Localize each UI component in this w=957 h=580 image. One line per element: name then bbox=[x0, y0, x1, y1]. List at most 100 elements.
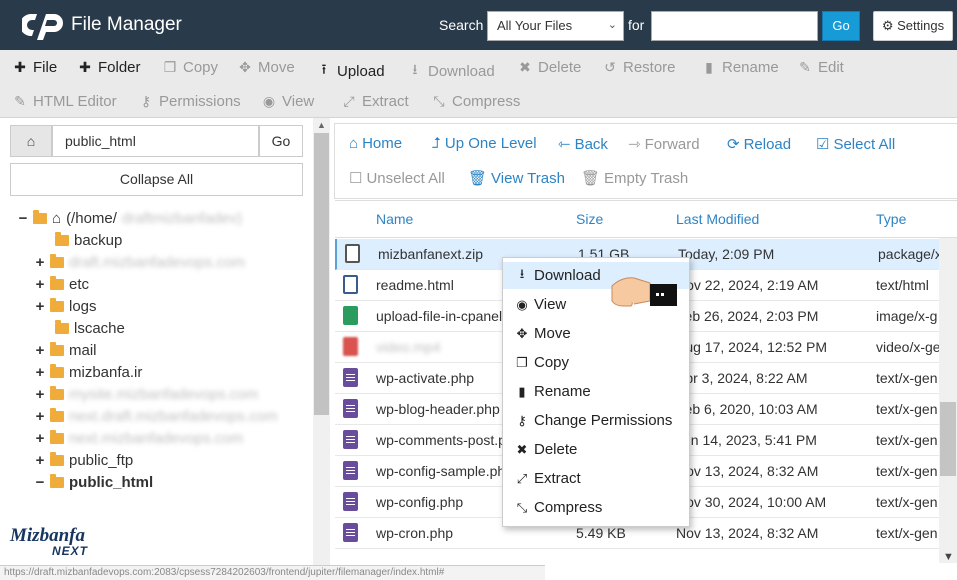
permissions-label: Permissions bbox=[159, 93, 241, 110]
select-all-button[interactable]: ☑ Select All bbox=[816, 135, 895, 154]
context-menu-item[interactable]: ❐ Copy bbox=[503, 349, 689, 376]
column-header-size[interactable]: Size bbox=[576, 211, 603, 227]
file-type: package/x bbox=[878, 246, 941, 262]
tree-item-public-ftp[interactable]: + public_ftp bbox=[35, 449, 133, 471]
context-menu-item[interactable]: ▮ Rename bbox=[503, 378, 689, 405]
expand-toggle-icon[interactable]: + bbox=[35, 386, 45, 403]
unselect-all-button[interactable]: ☐ Unselect All bbox=[349, 169, 445, 188]
tree-item-backup[interactable]: backup bbox=[40, 229, 122, 251]
tree-item-next[interactable]: + next.mizbanfadevops.com bbox=[35, 427, 243, 449]
path-input[interactable]: public_html bbox=[52, 125, 259, 157]
search-scope-select[interactable]: All Your Files ⌄ bbox=[487, 11, 624, 41]
file-list-scrollbar[interactable]: ▼ bbox=[939, 238, 957, 563]
back-button[interactable]: ⇽ Back bbox=[558, 135, 608, 154]
trash-icon: 🗑 bbox=[468, 170, 488, 187]
expand-toggle-icon[interactable]: + bbox=[35, 342, 45, 359]
rename-button[interactable]: ▮ Rename bbox=[701, 59, 779, 76]
tree-item-etc[interactable]: + etc bbox=[35, 273, 89, 295]
scroll-down-icon[interactable]: ▼ bbox=[943, 551, 954, 563]
download-button[interactable]: ⭳ Download bbox=[407, 59, 495, 83]
folder-icon bbox=[50, 297, 64, 312]
move-button[interactable]: ✥ Move bbox=[237, 59, 295, 76]
collapse-all-button[interactable]: Collapse All bbox=[10, 163, 303, 196]
tree-item-lscache[interactable]: lscache bbox=[40, 317, 125, 339]
doc-file-icon bbox=[343, 461, 358, 480]
tree-item-mysite[interactable]: + mysite.mizbanfadevops.com bbox=[35, 383, 258, 405]
reload-icon: ⟳ bbox=[727, 136, 740, 153]
search-go-button[interactable]: Go bbox=[822, 11, 860, 41]
permissions-button[interactable]: ⚷ Permissions bbox=[138, 93, 241, 110]
context-menu-item[interactable]: ⤡ Compress bbox=[503, 494, 689, 521]
chevron-down-icon: ⌄ bbox=[607, 19, 617, 31]
tree-item-home[interactable]: − ⌂ (/home/draftmizbanfadev) bbox=[18, 207, 242, 229]
delete-button[interactable]: ✖ Delete bbox=[517, 59, 581, 76]
tree-scrollbar[interactable]: ▲ bbox=[313, 118, 330, 580]
expand-toggle-icon[interactable]: + bbox=[35, 408, 45, 425]
view-button[interactable]: ◉ View bbox=[261, 93, 314, 110]
tree-item-next-draft[interactable]: + next.draft.mizbanfadevops.com bbox=[35, 405, 277, 427]
up-one-level-button[interactable]: ⮥ Up One Level bbox=[432, 135, 537, 152]
scrollbar-thumb[interactable] bbox=[314, 133, 329, 415]
context-menu-item[interactable]: ⚷ Change Permissions bbox=[503, 407, 689, 434]
expand-toggle-icon[interactable]: + bbox=[35, 430, 45, 447]
expand-toggle-icon[interactable]: + bbox=[35, 276, 45, 293]
vid-file-icon bbox=[343, 337, 358, 356]
folder-icon bbox=[50, 385, 64, 400]
tree-item-mizbanfa[interactable]: + mizbanfa.ir bbox=[35, 361, 142, 383]
reload-label: Reload bbox=[743, 135, 792, 153]
tree-item-public-html[interactable]: − public_html bbox=[35, 471, 153, 493]
scrollbar-thumb[interactable] bbox=[940, 402, 956, 476]
compress-icon: ⤡ bbox=[433, 93, 445, 109]
context-menu-label: Compress bbox=[534, 499, 603, 516]
empty-trash-button[interactable]: 🗑 Empty Trash bbox=[581, 169, 688, 188]
extract-button[interactable]: ⤢ Extract bbox=[341, 93, 408, 110]
restore-label: Restore bbox=[623, 59, 676, 76]
tree-item-mail[interactable]: + mail bbox=[35, 339, 97, 361]
folder-icon bbox=[50, 363, 64, 378]
collapse-toggle-icon[interactable]: − bbox=[35, 474, 45, 491]
directory-tree-panel: ⌂ public_html Go Collapse All − ⌂ (/home… bbox=[0, 118, 330, 580]
context-menu-item[interactable]: ✖ Delete bbox=[503, 436, 689, 463]
scroll-up-icon[interactable]: ▲ bbox=[317, 120, 326, 130]
column-header-type[interactable]: Type bbox=[876, 211, 906, 227]
brand-line-2: NEXT bbox=[52, 544, 89, 558]
expand-toggle-icon[interactable]: + bbox=[35, 364, 45, 381]
copy-button[interactable]: ❐ Copy bbox=[162, 59, 218, 76]
html-editor-button[interactable]: ✎ HTML Editor bbox=[12, 93, 117, 110]
arrow-right-icon: ⇾ bbox=[628, 136, 641, 153]
forward-button[interactable]: ⇾ Forward bbox=[628, 135, 700, 154]
home-nav-button[interactable]: ⌂ Home bbox=[349, 135, 402, 152]
upload-button[interactable]: ⭱ Upload bbox=[316, 59, 385, 83]
path-go-button[interactable]: Go bbox=[259, 125, 303, 157]
folder-icon bbox=[50, 407, 64, 422]
pointing-hand-icon bbox=[611, 277, 677, 307]
context-menu-item[interactable]: ✥ Move bbox=[503, 320, 689, 347]
expand-toggle-icon[interactable]: + bbox=[35, 254, 45, 271]
expand-toggle-icon[interactable]: + bbox=[35, 298, 45, 315]
navigation-bar: ⌂ Home ⮥ Up One Level ⇽ Back ⇾ Forward ⟳ Relo… bbox=[334, 123, 957, 199]
reload-button[interactable]: ⟳ Reload bbox=[727, 135, 792, 154]
tree-item-logs[interactable]: + logs bbox=[35, 295, 97, 317]
rename-label: Rename bbox=[722, 59, 779, 76]
edit-button[interactable]: ✎ Edit bbox=[797, 59, 844, 76]
home-directory-button[interactable]: ⌂ bbox=[10, 125, 52, 157]
new-file-label: File bbox=[33, 59, 58, 76]
new-file-button[interactable]: ✚ File bbox=[12, 59, 57, 76]
settings-button[interactable]: ⚙ Settings bbox=[873, 11, 953, 41]
compress-button[interactable]: ⤡ Compress bbox=[431, 93, 520, 110]
new-folder-button[interactable]: ✚ Folder bbox=[77, 59, 140, 76]
column-header-modified[interactable]: Last Modified bbox=[676, 211, 759, 227]
doc-file-icon bbox=[343, 523, 358, 542]
doc-file-icon bbox=[343, 430, 358, 449]
doc-file-icon bbox=[343, 492, 358, 511]
collapse-toggle-icon[interactable]: − bbox=[18, 210, 28, 227]
restore-button[interactable]: ↺ Restore bbox=[602, 59, 676, 76]
compress-icon: ⤡ bbox=[516, 499, 528, 515]
column-header-name[interactable]: Name bbox=[376, 211, 413, 227]
search-input[interactable] bbox=[651, 11, 818, 41]
context-menu-item[interactable]: ⤢ Extract bbox=[503, 465, 689, 492]
file-name: wp-cron.php bbox=[376, 525, 454, 541]
tree-item-draft[interactable]: + draft.mizbanfadevops.com bbox=[35, 251, 245, 273]
expand-toggle-icon[interactable]: + bbox=[35, 452, 45, 469]
view-trash-button[interactable]: 🗑 View Trash bbox=[468, 169, 565, 188]
